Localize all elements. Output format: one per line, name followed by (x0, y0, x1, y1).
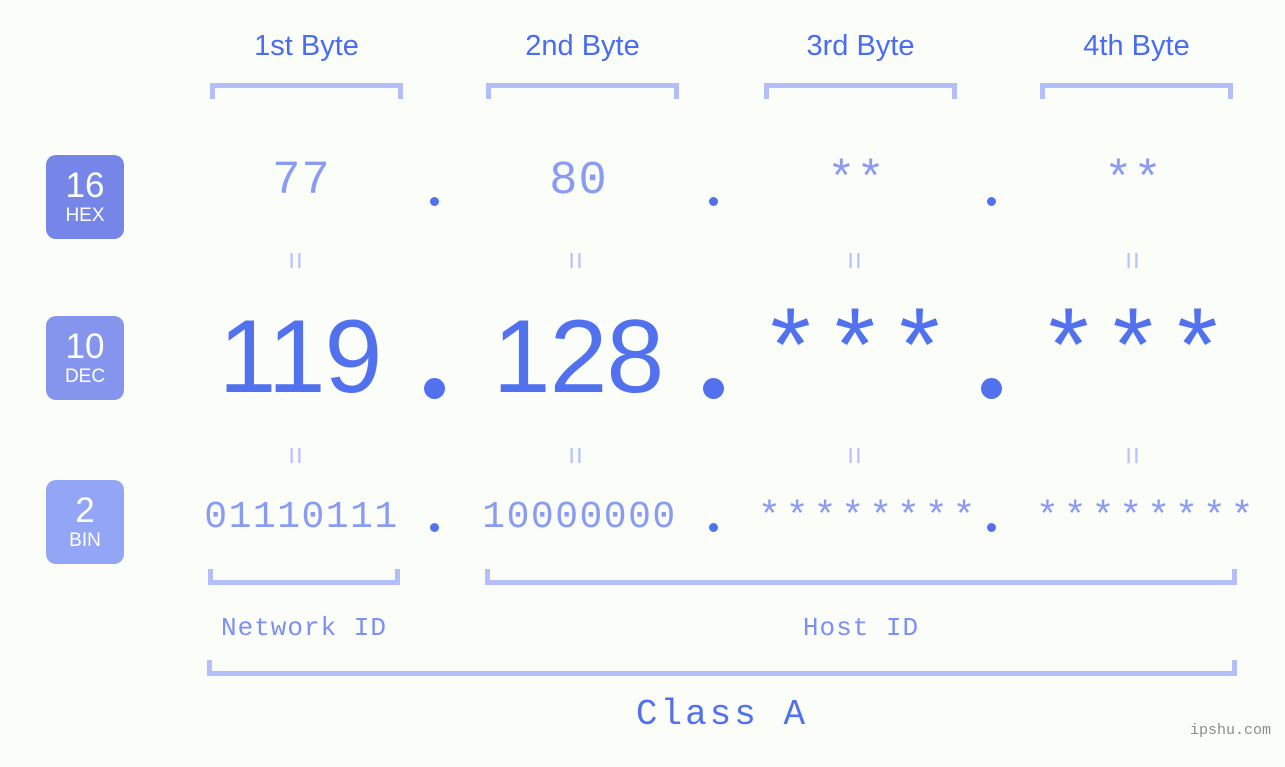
bin-byte-1-value: 01110111 (204, 496, 399, 539)
class-bracket (207, 660, 1237, 676)
byte-header-1: 1st Byte (254, 30, 359, 62)
hex-separator-dot-2 (709, 197, 718, 206)
bin-separator-dot-2 (709, 523, 718, 532)
equals-icon-dec-bin-4: = (1115, 446, 1151, 465)
base-badge-hex-name: HEX (65, 204, 105, 226)
byte-bracket-2 (486, 83, 679, 99)
equals-icon-dec-bin-1: = (278, 446, 314, 465)
dec-byte-2-value: 128 (492, 299, 665, 415)
network-id-label: Network ID (220, 613, 388, 643)
bin-separator-dot-3 (987, 523, 996, 532)
base-badge-bin-name: BIN (69, 529, 101, 551)
base-badge-bin: 2 BIN (46, 480, 124, 564)
ip-address-breakdown-diagram: 1st Byte 2nd Byte 3rd Byte 4th Byte 16 H… (0, 0, 1285, 767)
class-label: Class A (635, 694, 809, 735)
byte-header-3: 3rd Byte (806, 30, 915, 62)
bin-separator-dot-1 (430, 523, 439, 532)
byte-bracket-4 (1040, 83, 1233, 99)
dec-byte-4-value: *** (1037, 298, 1231, 416)
network-id-bracket (208, 569, 400, 585)
byte-bracket-3 (764, 83, 957, 99)
base-badge-dec-number: 10 (65, 326, 105, 366)
byte-header-4: 4th Byte (1083, 30, 1190, 62)
hex-byte-1-value: 77 (272, 155, 331, 208)
equals-icon-hex-dec-2: = (558, 251, 594, 270)
base-badge-bin-number: 2 (75, 490, 95, 530)
base-badge-hex-number: 16 (65, 165, 105, 205)
host-id-label: Host ID (802, 613, 920, 643)
equals-icon-dec-bin-2: = (558, 446, 594, 465)
dec-separator-dot-2 (703, 378, 724, 399)
hex-byte-4-value: ** (1104, 155, 1163, 208)
dec-separator-dot-3 (981, 378, 1002, 399)
byte-header-2: 2nd Byte (525, 30, 640, 62)
bin-byte-2-value: 10000000 (482, 496, 677, 539)
equals-icon-hex-dec-4: = (1115, 251, 1151, 270)
bin-byte-3-value: ******** (758, 496, 981, 539)
base-badge-dec-name: DEC (64, 365, 106, 387)
base-badge-hex: 16 HEX (46, 155, 124, 239)
bin-byte-4-value: ******** (1036, 496, 1259, 539)
hex-byte-2-value: 80 (549, 155, 608, 208)
dec-byte-3-value: *** (759, 298, 953, 416)
hex-byte-3-value: ** (827, 155, 886, 208)
equals-icon-hex-dec-3: = (837, 251, 873, 270)
equals-icon-hex-dec-1: = (278, 251, 314, 270)
byte-bracket-1 (210, 83, 403, 99)
watermark: ipshu.com (1189, 722, 1271, 739)
base-badge-dec: 10 DEC (46, 316, 124, 400)
hex-separator-dot-3 (987, 197, 996, 206)
hex-separator-dot-1 (430, 197, 439, 206)
dec-byte-1-value: 119 (218, 299, 383, 415)
host-id-bracket (485, 569, 1237, 585)
equals-icon-dec-bin-3: = (837, 446, 873, 465)
dec-separator-dot-1 (424, 378, 445, 399)
